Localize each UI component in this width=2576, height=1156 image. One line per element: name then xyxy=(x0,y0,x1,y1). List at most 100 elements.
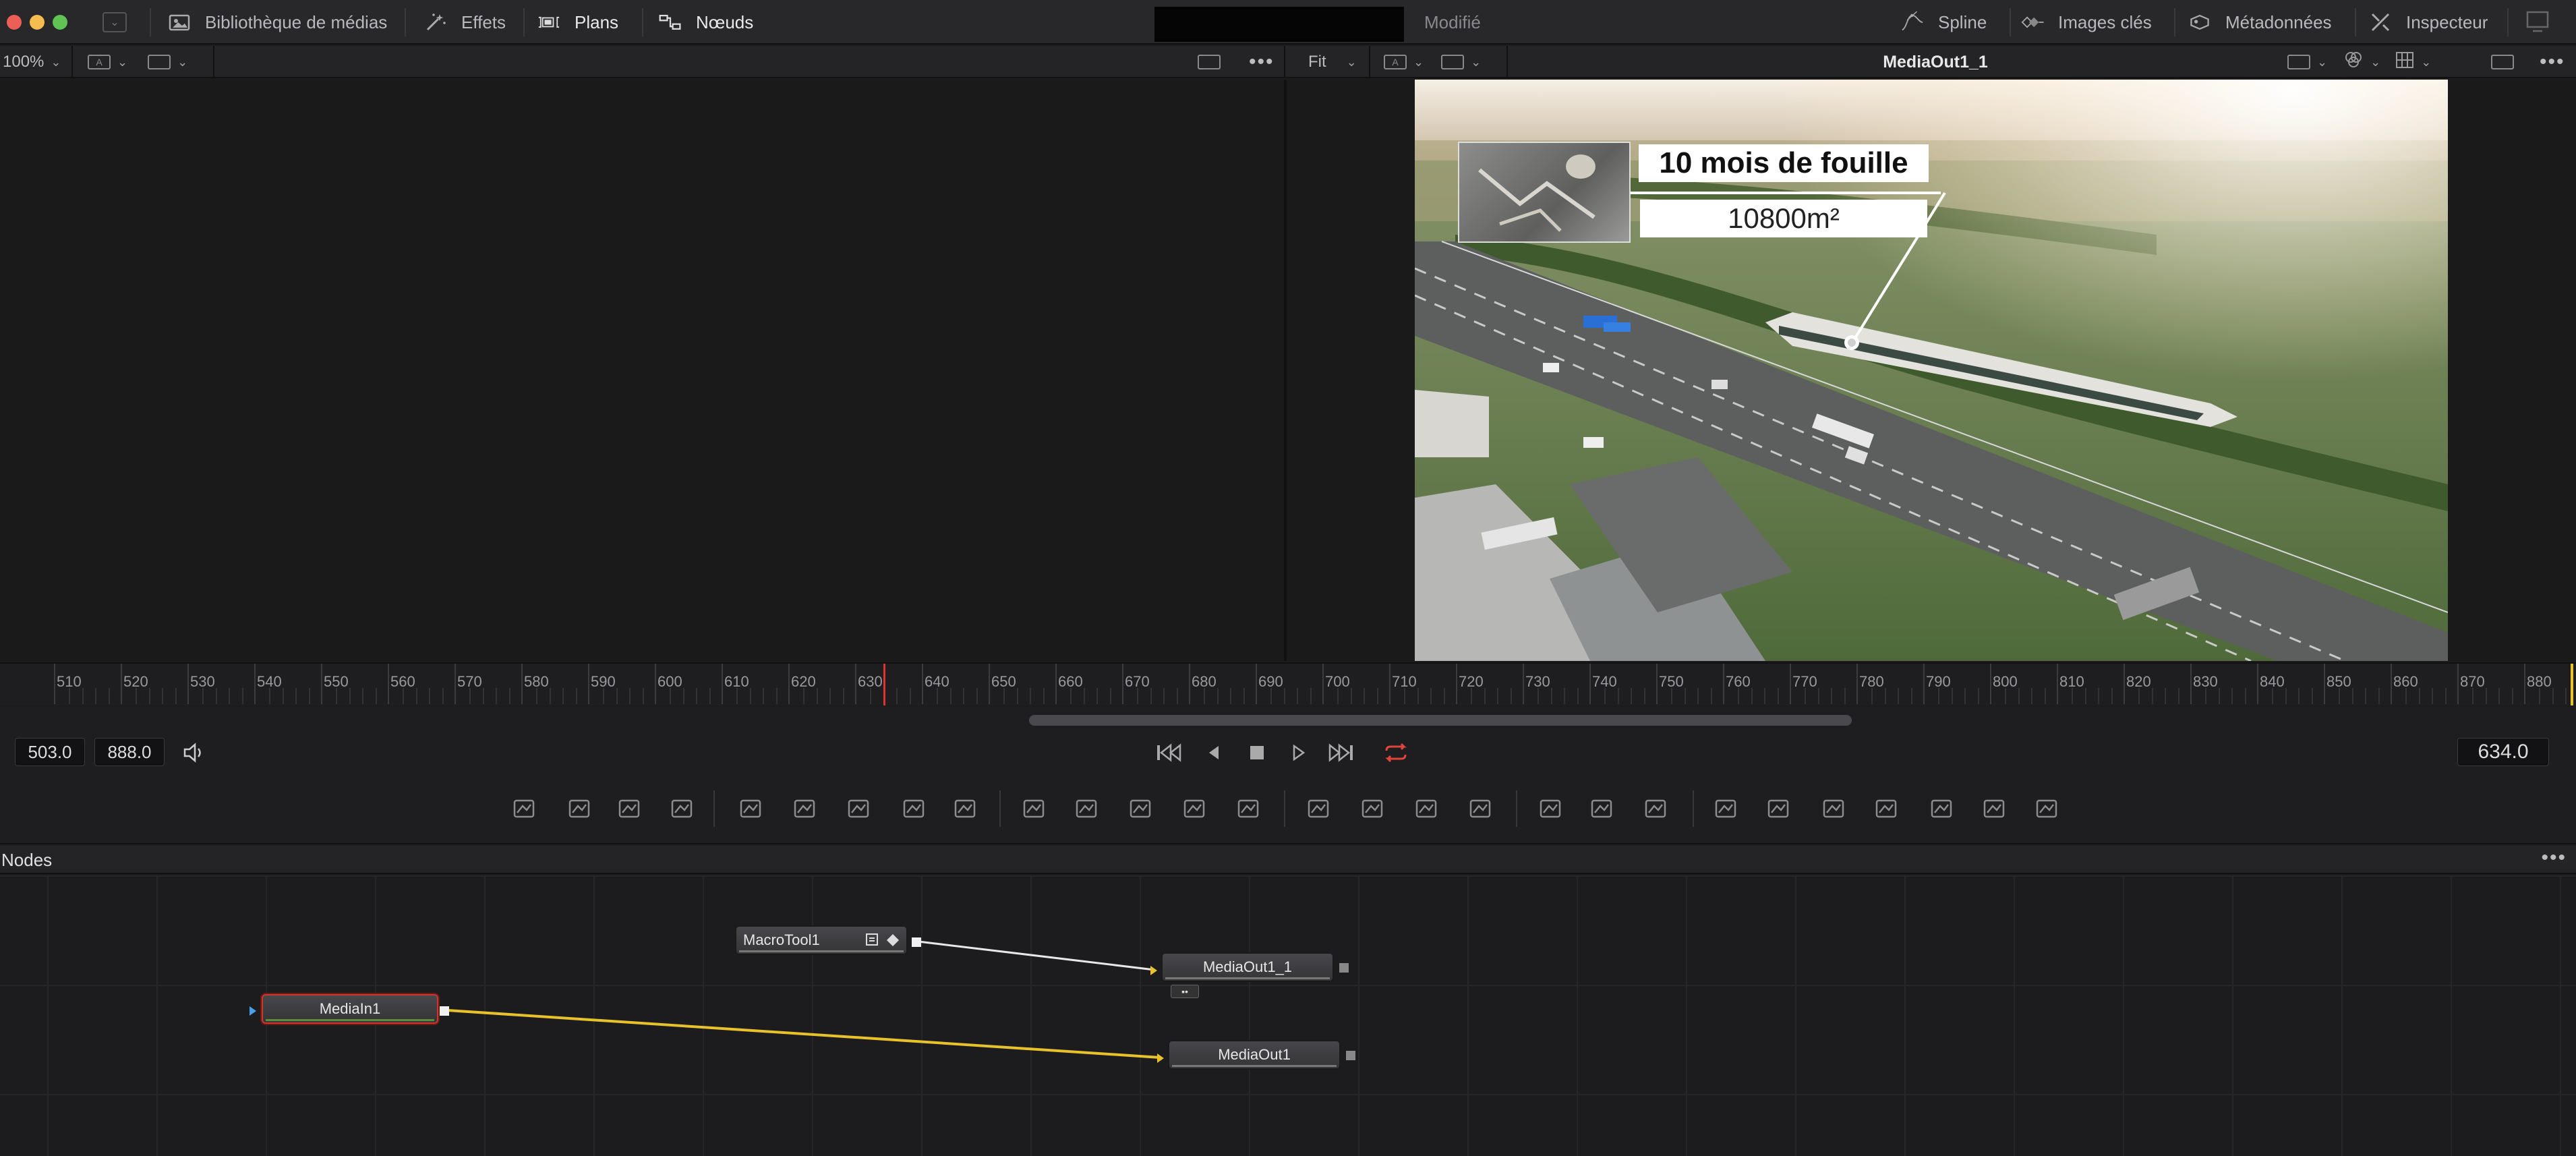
maximize-window-button[interactable] xyxy=(53,15,67,30)
nodes-label: Nœuds xyxy=(696,11,754,32)
playhead[interactable] xyxy=(883,664,885,705)
resize-tool-icon[interactable] xyxy=(1233,793,1264,824)
current-frame-field[interactable]: 634.0 xyxy=(2457,738,2549,766)
workspace-dropdown-button[interactable]: ⌄ xyxy=(103,12,127,32)
node-label: MacroTool1 xyxy=(743,931,820,948)
skip-forward-icon xyxy=(1328,743,1353,762)
brightness-contrast-tool-icon[interactable] xyxy=(898,793,929,824)
ruler-minor-tick xyxy=(202,688,204,704)
render-end-field[interactable]: 888.0 xyxy=(94,738,165,766)
light3d-icon[interactable] xyxy=(1979,793,2010,824)
right-view-options[interactable]: A ⌄ ⌄ xyxy=(1384,46,1481,78)
ruler-minor-tick xyxy=(1604,688,1606,704)
expand-panel-icon[interactable] xyxy=(2525,9,2552,34)
chevron-down-icon: ⌄ xyxy=(2370,55,2381,69)
bspline-mask-icon[interactable] xyxy=(1465,793,1496,824)
output-port[interactable] xyxy=(440,1006,449,1016)
text-tool-icon[interactable] xyxy=(614,793,645,824)
input-port[interactable] xyxy=(1157,1053,1164,1063)
matte-tool-icon[interactable] xyxy=(1125,793,1156,824)
video-frame[interactable]: 10 mois de fouille 10800m² xyxy=(1415,80,2448,661)
ruler-tick xyxy=(2057,664,2058,704)
merge-tool-icon[interactable] xyxy=(1071,793,1102,824)
shape3d-icon[interactable] xyxy=(1710,793,1741,824)
right-single-view-button[interactable] xyxy=(2491,46,2514,78)
loop-button[interactable] xyxy=(1381,739,1411,766)
play-reverse-button[interactable] xyxy=(1199,739,1229,766)
background-tool-icon[interactable] xyxy=(508,793,539,824)
nodes-button[interactable]: Nœuds xyxy=(658,0,753,45)
left-view-options[interactable]: A ⌄ ⌄ xyxy=(88,46,187,78)
tool-separator xyxy=(1693,790,1694,827)
render-start-field[interactable]: 503.0 xyxy=(15,738,85,766)
loader-tool-icon[interactable] xyxy=(1018,793,1049,824)
timeline-scrollbar-track[interactable] xyxy=(0,707,2576,734)
ellipse-mask-icon[interactable] xyxy=(1357,793,1388,824)
audio-button[interactable] xyxy=(179,739,209,766)
output-port[interactable] xyxy=(1339,963,1349,973)
render-end-marker[interactable] xyxy=(2571,664,2573,705)
merge3d-icon[interactable] xyxy=(1763,793,1794,824)
minimize-window-button[interactable] xyxy=(30,15,45,30)
renderer3d-icon[interactable] xyxy=(1926,793,1957,824)
left-zoom-dropdown[interactable]: 100% ⌄ xyxy=(3,46,61,78)
close-window-button[interactable] xyxy=(7,15,22,30)
timeline-scrollbar[interactable] xyxy=(1029,715,1852,726)
rectangle-mask-icon[interactable] xyxy=(1303,793,1334,824)
fast-noise-tool-icon[interactable] xyxy=(564,793,595,824)
ruler-minor-tick xyxy=(2471,688,2473,704)
callout-line xyxy=(1844,192,1946,350)
inspector-button[interactable]: Inspecteur xyxy=(2368,0,2488,45)
image-plane3d-icon[interactable] xyxy=(2031,793,2062,824)
play-forward-button[interactable] xyxy=(1284,739,1314,766)
ruler-minor-tick xyxy=(349,688,351,704)
left-single-view-button[interactable] xyxy=(1198,46,1221,78)
particle-render-icon[interactable] xyxy=(1586,793,1617,824)
effects-button[interactable]: Effets xyxy=(423,0,506,45)
paint-tool-icon[interactable] xyxy=(666,793,697,824)
color-corrector-tool-icon[interactable] xyxy=(843,793,874,824)
clips-button[interactable]: Plans xyxy=(537,0,618,45)
text3d-icon[interactable] xyxy=(1818,793,1849,824)
output-port[interactable] xyxy=(1346,1051,1355,1060)
ruler-minor-tick xyxy=(682,688,684,704)
metadata-button[interactable]: Métadonnées xyxy=(2188,0,2332,45)
input-port[interactable] xyxy=(250,1006,256,1016)
keyframes-button[interactable]: Images clés xyxy=(2020,0,2152,45)
input-port[interactable] xyxy=(1150,966,1157,975)
transform-tool-icon[interactable] xyxy=(1179,793,1210,824)
media-library-button[interactable]: Bibliothèque de médias xyxy=(167,0,387,45)
node-macrotool1[interactable]: MacroTool1 xyxy=(735,925,908,955)
single-view-icon xyxy=(2491,55,2514,69)
left-viewer-more-button[interactable]: ••• xyxy=(1249,46,1275,78)
spline-button[interactable]: Spline xyxy=(1900,0,1987,45)
ruler-minor-tick xyxy=(1978,688,1980,704)
go-to-end-button[interactable] xyxy=(1326,739,1355,766)
node-mediain1[interactable]: MediaIn1 xyxy=(262,994,438,1024)
color-curves-tool-icon[interactable] xyxy=(789,793,820,824)
node-mediaout1-1[interactable]: MediaOut1_1 xyxy=(1161,952,1334,982)
right-viewer-tools[interactable]: ⌄ ⌄ ⌄ xyxy=(2287,46,2431,78)
ruler-minor-tick xyxy=(1617,688,1619,704)
top-toolbar: ⌄ Bibliothèque de médias Effets Plans Nœ… xyxy=(0,0,2576,45)
node-mediaout1[interactable]: MediaOut1 xyxy=(1168,1040,1341,1070)
blur-tool-icon[interactable] xyxy=(949,793,980,824)
right-viewer-more-button[interactable]: ••• xyxy=(2540,46,2565,78)
stop-button[interactable] xyxy=(1242,739,1272,766)
more-options-icon[interactable]: ••• xyxy=(2541,846,2567,874)
polygon-mask-icon[interactable] xyxy=(1411,793,1442,824)
right-zoom-dropdown[interactable]: Fit ⌄ xyxy=(1308,46,1357,78)
particle-emitter-icon[interactable] xyxy=(1535,793,1566,824)
output-port[interactable] xyxy=(912,937,921,947)
camera3d-icon[interactable] xyxy=(1871,793,1902,824)
roi-icon xyxy=(1441,55,1465,69)
particles-tool-icon[interactable] xyxy=(735,793,766,824)
time-ruler[interactable]: 510 520 530 540 550 560 570 580 590 600 610 620 630 6… xyxy=(0,662,2576,705)
go-to-start-button[interactable] xyxy=(1154,739,1184,766)
ruler-tick xyxy=(1856,664,1858,704)
left-viewer[interactable] xyxy=(0,80,1284,661)
tool-separator xyxy=(999,790,1001,827)
node-graph[interactable]: MacroTool1 MediaOut1_1 ▪• MediaIn1 Media… xyxy=(0,875,2576,1156)
particle-force-icon[interactable] xyxy=(1640,793,1671,824)
ruler-tick xyxy=(187,664,189,704)
